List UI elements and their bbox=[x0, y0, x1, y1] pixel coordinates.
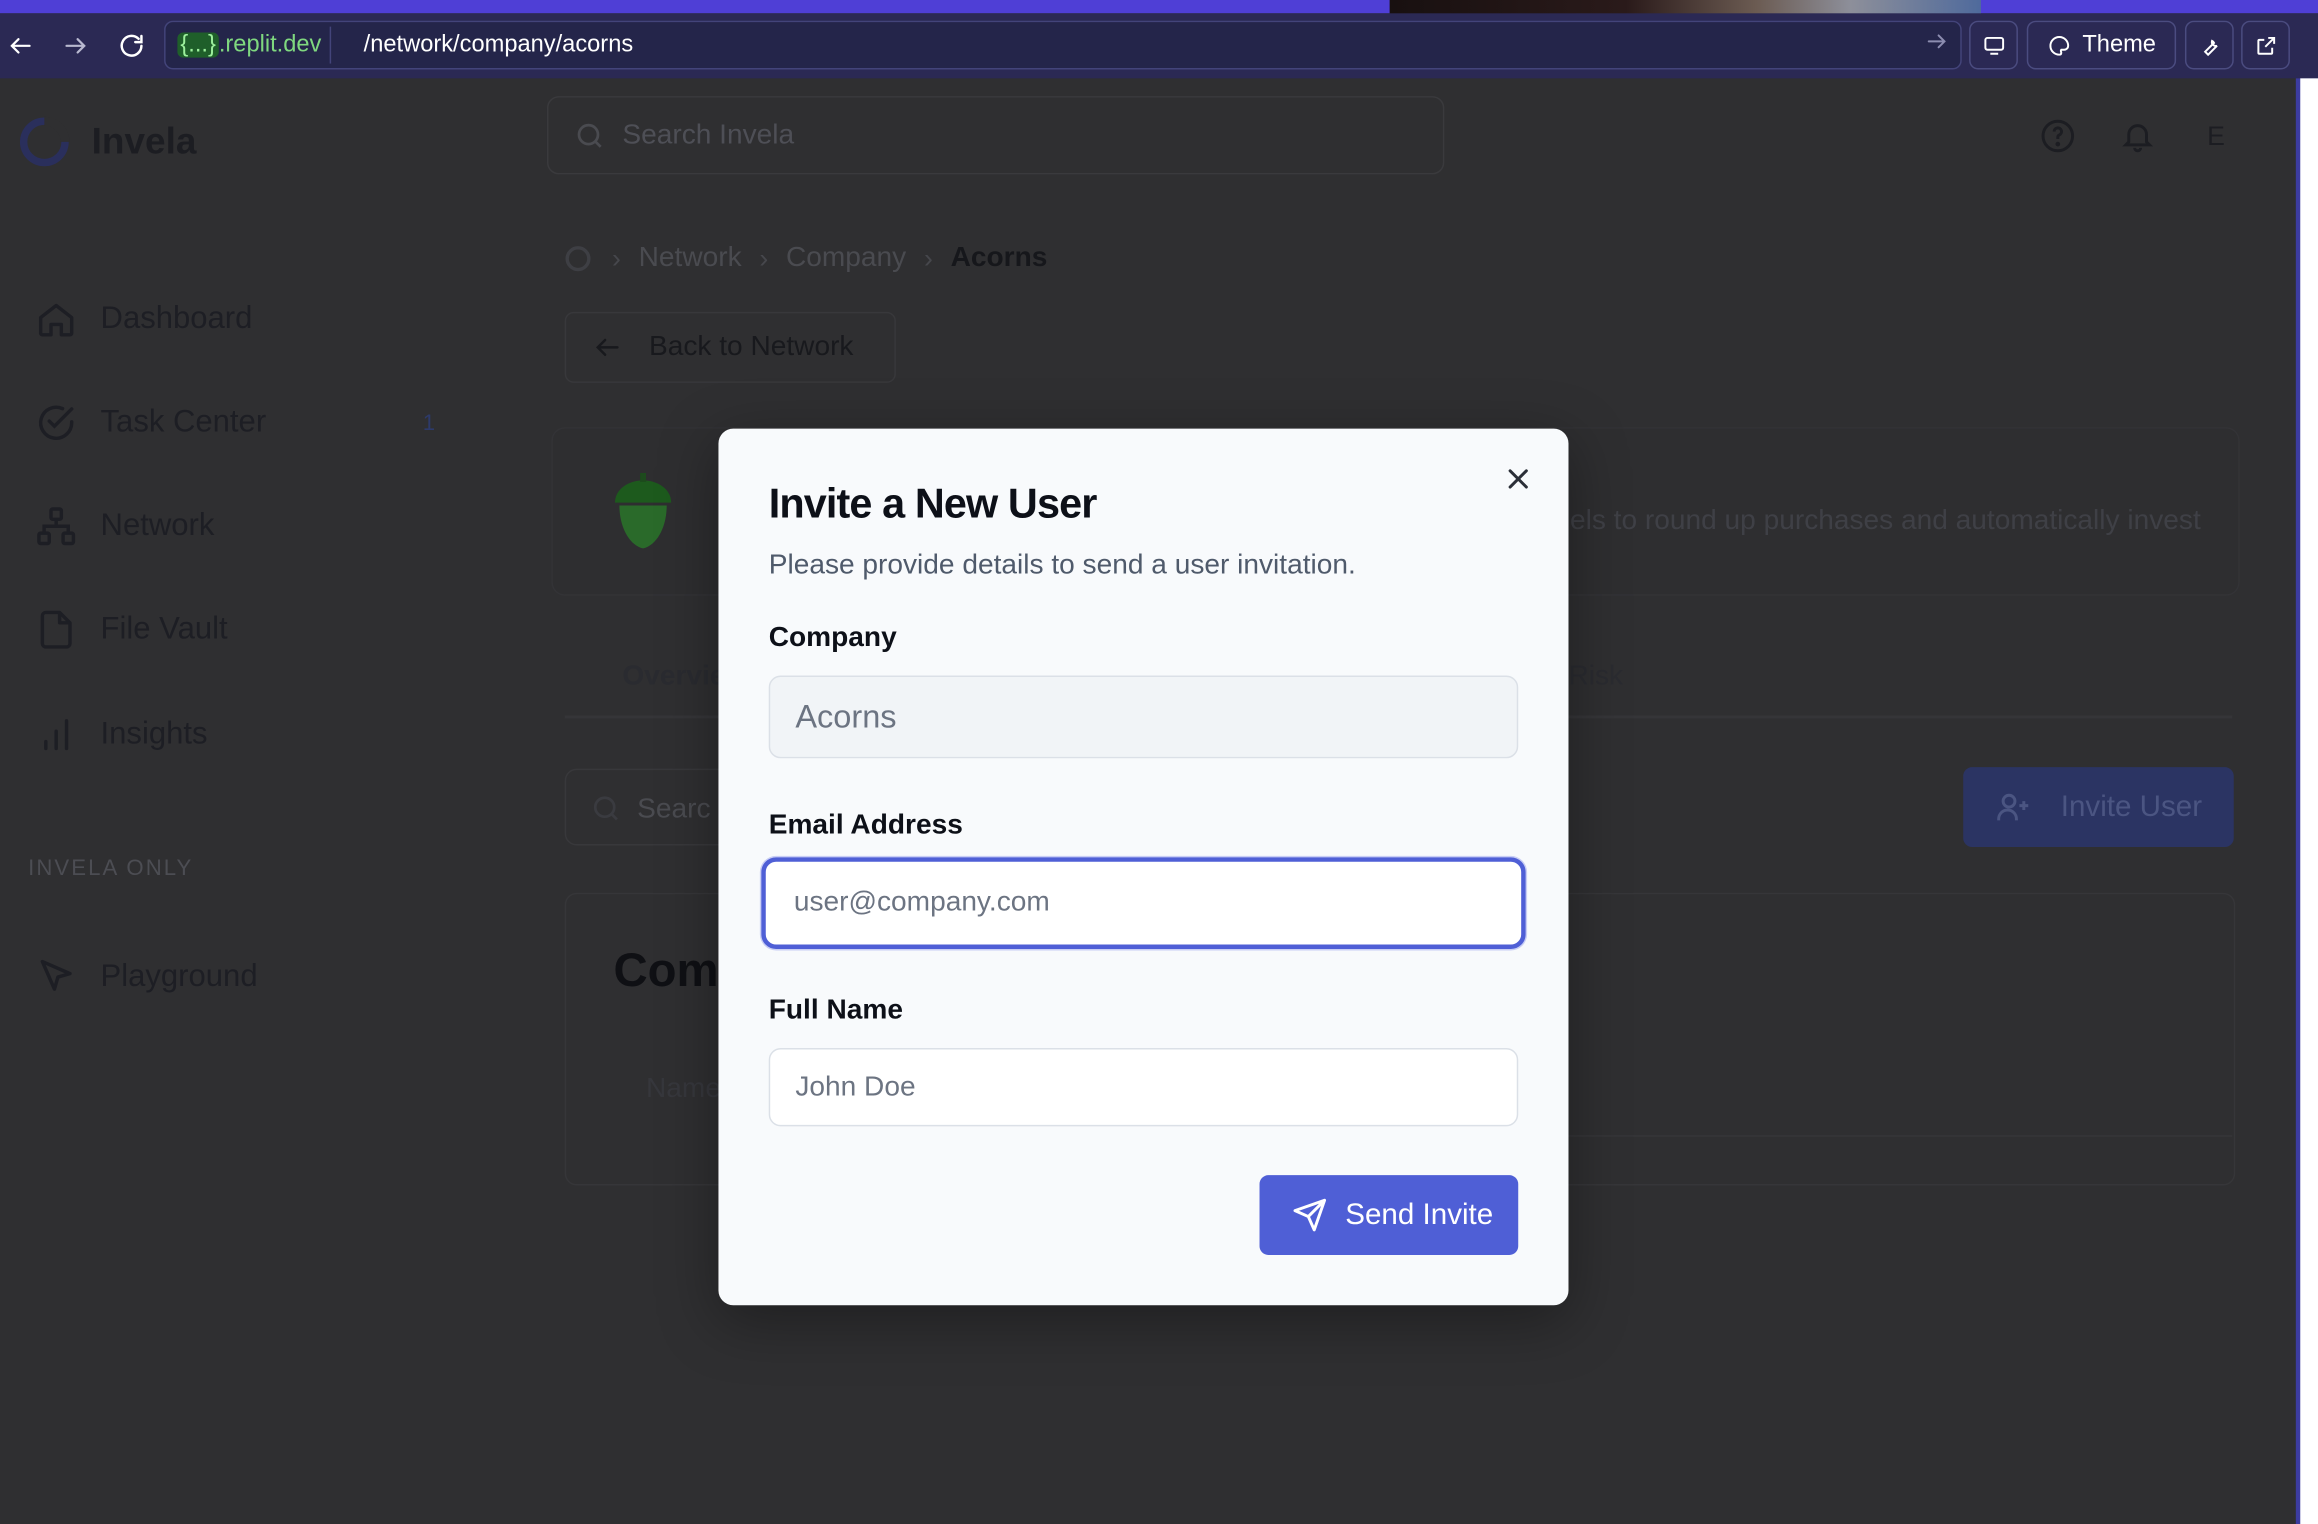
email-field-label: Email Address bbox=[768, 810, 963, 842]
invela-logo-icon bbox=[19, 116, 70, 167]
app-logo[interactable]: Invela bbox=[18, 115, 197, 168]
dialog-description: Please provide details to send a user in… bbox=[768, 549, 1356, 581]
search-icon bbox=[577, 123, 602, 148]
url-domain-brace: {...} bbox=[177, 32, 219, 58]
help-icon[interactable] bbox=[2040, 118, 2075, 153]
users-search-placeholder: Searc bbox=[637, 793, 711, 825]
full-name-field-label: Full Name bbox=[768, 994, 903, 1026]
url-go-arrow-icon[interactable] bbox=[1925, 30, 1949, 54]
home-icon bbox=[38, 303, 74, 337]
sidebar-item-label: Dashboard bbox=[100, 301, 253, 336]
user-avatar[interactable]: E bbox=[2185, 106, 2247, 165]
table-divider bbox=[1567, 1135, 2233, 1137]
reload-icon[interactable] bbox=[114, 28, 149, 63]
sidebar-item-insights[interactable]: Insights bbox=[35, 708, 208, 761]
users-card-title: Com bbox=[613, 943, 719, 997]
send-invite-button[interactable]: Send Invite bbox=[1259, 1175, 1519, 1255]
invite-user-label: Invite User bbox=[2060, 790, 2203, 823]
task-count-badge: 1 bbox=[422, 410, 436, 437]
theme-label: Theme bbox=[2082, 31, 2156, 57]
open-external-button[interactable] bbox=[2241, 20, 2290, 70]
chevron-right-icon: › bbox=[612, 243, 621, 273]
users-search-input[interactable]: Searc bbox=[564, 768, 743, 846]
sidebar-item-label: Task Center bbox=[100, 405, 267, 440]
devices-button[interactable] bbox=[1969, 20, 2018, 70]
sidebar-section-label: INVELA ONLY bbox=[28, 855, 194, 881]
close-icon[interactable] bbox=[1502, 463, 1535, 496]
sidebar-item-network[interactable]: Network bbox=[35, 500, 214, 553]
email-field[interactable] bbox=[761, 857, 1526, 949]
cursor-icon bbox=[40, 959, 72, 991]
name-column-header: Name bbox=[646, 1073, 721, 1105]
tab-risk[interactable]: Risk bbox=[1568, 661, 1623, 694]
tab-overview[interactable]: Overvie bbox=[622, 661, 725, 694]
arrow-left-icon bbox=[595, 338, 619, 356]
breadcrumb: › Network › Company › Acorns bbox=[562, 239, 1048, 277]
bell-icon[interactable] bbox=[2120, 118, 2155, 153]
network-icon bbox=[37, 507, 76, 546]
check-circle-icon bbox=[38, 405, 74, 440]
browser-toolbar: {...} .replit.dev /network/company/acorns… bbox=[0, 13, 2318, 79]
global-search-placeholder: Search Invela bbox=[622, 119, 795, 151]
sidebar-item-label: File Vault bbox=[100, 611, 228, 646]
screen: {...} .replit.dev /network/company/acorns… bbox=[0, 0, 2318, 1524]
acorn-logo-icon bbox=[614, 473, 672, 549]
window-edge-inner bbox=[2300, 78, 2318, 1524]
dialog-title: Invite a New User bbox=[768, 480, 1098, 527]
chevron-right-icon: › bbox=[923, 243, 933, 273]
home-logo-icon[interactable] bbox=[562, 242, 595, 275]
url-path: /network/company/acorns bbox=[363, 32, 634, 58]
sidebar-item-label: Insights bbox=[100, 716, 208, 751]
monitor-icon bbox=[1983, 36, 2004, 54]
url-bar[interactable]: {...} .replit.dev /network/company/acorns bbox=[164, 20, 1962, 70]
back-to-network-button[interactable]: Back to Network bbox=[564, 311, 896, 383]
send-invite-label: Send Invite bbox=[1345, 1198, 1494, 1231]
breadcrumb-network[interactable]: Network bbox=[639, 242, 742, 275]
company-description: els to round up purchases and automatica… bbox=[1569, 505, 2201, 537]
global-search[interactable]: Search Invela bbox=[546, 96, 1445, 175]
app-name: Invela bbox=[91, 120, 197, 162]
sidebar-item-playground[interactable]: Playground bbox=[35, 950, 258, 1003]
tools-button[interactable] bbox=[2184, 20, 2234, 70]
forward-arrow-icon[interactable] bbox=[58, 28, 93, 63]
full-name-field[interactable] bbox=[768, 1048, 1519, 1127]
theme-button[interactable]: Theme bbox=[2026, 20, 2177, 70]
back-button-label: Back to Network bbox=[648, 331, 854, 363]
url-domain-suffix: .replit.dev bbox=[218, 32, 322, 58]
breadcrumb-current: Acorns bbox=[950, 242, 1048, 274]
external-link-icon bbox=[2256, 36, 2275, 54]
company-field bbox=[768, 675, 1519, 759]
chevron-right-icon: › bbox=[759, 243, 769, 273]
invite-user-button[interactable]: Invite User bbox=[1963, 767, 2234, 847]
breadcrumb-company[interactable]: Company bbox=[786, 242, 906, 275]
wrench-icon bbox=[2203, 38, 2217, 56]
company-field-label: Company bbox=[768, 622, 897, 654]
user-plus-icon bbox=[1997, 793, 2029, 821]
sidebar-item-dashboard[interactable]: Dashboard bbox=[35, 293, 252, 346]
sidebar-item-task-center[interactable]: Task Center bbox=[35, 396, 266, 449]
send-icon bbox=[1293, 1198, 1327, 1232]
file-icon bbox=[40, 610, 72, 649]
url-domain: {...} .replit.dev bbox=[171, 26, 332, 64]
palette-icon bbox=[2048, 35, 2069, 55]
bar-chart-icon bbox=[44, 719, 69, 751]
sidebar-item-file-vault[interactable]: File Vault bbox=[35, 603, 228, 656]
back-arrow-icon[interactable] bbox=[3, 28, 38, 63]
search-icon bbox=[593, 796, 618, 821]
sidebar-item-label: Playground bbox=[100, 959, 258, 994]
sidebar-item-label: Network bbox=[100, 508, 215, 543]
